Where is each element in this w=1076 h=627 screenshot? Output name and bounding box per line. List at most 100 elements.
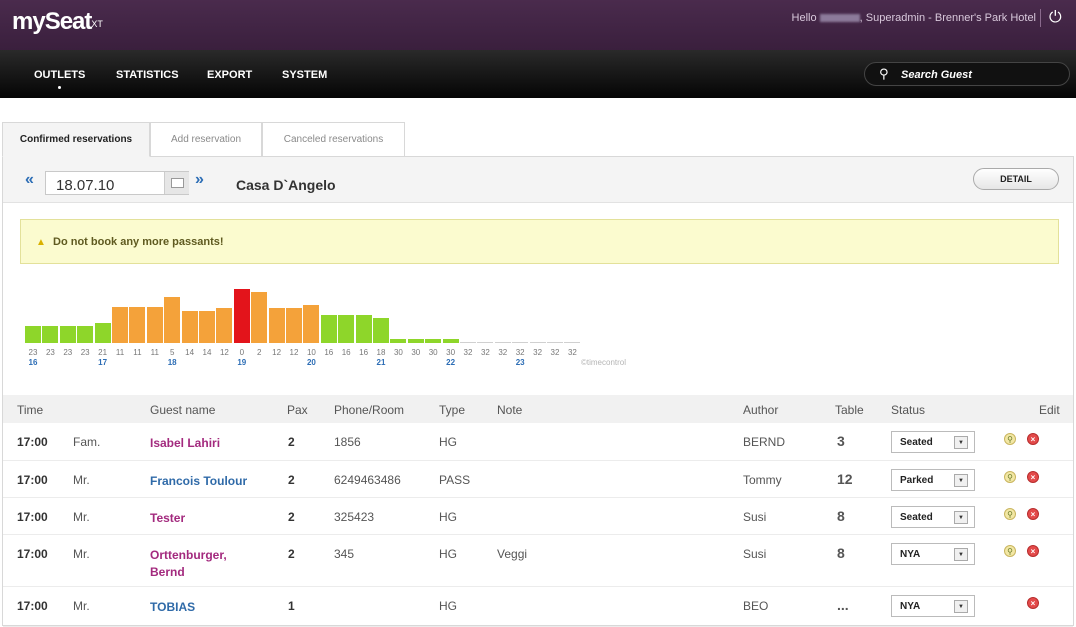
- chart-hour-label: 18: [167, 358, 177, 367]
- chart-tick-label: 30: [411, 348, 421, 357]
- delete-icon[interactable]: ×: [1027, 545, 1039, 557]
- col-pax[interactable]: Pax: [287, 403, 308, 417]
- table-row[interactable]: 17:00 Mr. Orttenburger, Bernd 2 345 HG Veggi Su…: [3, 535, 1073, 587]
- row-guest-name[interactable]: Tester: [150, 510, 260, 527]
- chevron-down-icon[interactable]: ▼: [954, 474, 968, 487]
- chart-tick-label: 32: [463, 348, 473, 357]
- chart-tick-label: 5: [169, 348, 175, 357]
- app-logo[interactable]: mySeatXT: [12, 8, 103, 36]
- next-day-button[interactable]: »: [195, 171, 204, 189]
- chart-tick-label: 23: [45, 348, 55, 357]
- chart-tick-label: 30: [446, 348, 456, 357]
- row-phone: 6249463486: [334, 473, 401, 487]
- chart-hour-label: 16: [28, 358, 38, 367]
- tab-confirmed-reservations[interactable]: Confirmed reservations: [2, 122, 150, 157]
- row-pax: 1: [288, 599, 295, 613]
- chart-bar: [233, 289, 250, 343]
- col-guest-name[interactable]: Guest name: [150, 403, 215, 417]
- chart-tick-label: 16: [359, 348, 369, 357]
- chart-tick-label: 32: [498, 348, 508, 357]
- col-time[interactable]: Time: [17, 403, 43, 417]
- chart-bar: [442, 339, 459, 343]
- row-type: HG: [439, 547, 457, 561]
- previous-day-button[interactable]: «: [25, 171, 34, 189]
- col-note[interactable]: Note: [497, 403, 522, 417]
- chart-tick-label: 23: [28, 348, 38, 357]
- status-select[interactable]: Parked ▼: [891, 469, 975, 491]
- tab-add-reservation[interactable]: Add reservation: [150, 122, 262, 157]
- row-phone: 345: [334, 547, 355, 561]
- row-note: Veggi: [497, 547, 528, 561]
- logo-suffix: XT: [91, 19, 103, 29]
- row-guest-name[interactable]: Orttenburger, Bernd: [150, 547, 240, 581]
- chevron-down-icon[interactable]: ▼: [954, 436, 968, 449]
- status-select[interactable]: Seated ▼: [891, 506, 975, 528]
- table-row[interactable]: 17:00 Mr. TOBIAS 1 HG BEO... NYA ▼ ×: [3, 587, 1073, 627]
- col-status[interactable]: Status: [891, 403, 925, 417]
- chart-bar: [286, 308, 302, 343]
- delete-icon[interactable]: ×: [1027, 471, 1039, 483]
- status-value: NYA: [900, 549, 921, 560]
- chart-tick-label: 14: [185, 348, 195, 357]
- delete-icon[interactable]: ×: [1027, 597, 1039, 609]
- view-details-icon[interactable]: ⚲: [1004, 471, 1016, 483]
- view-details-icon[interactable]: ⚲: [1004, 433, 1016, 445]
- calendar-button[interactable]: [164, 172, 189, 194]
- chart-tick-label: 12: [219, 348, 229, 357]
- status-select[interactable]: Seated ▼: [891, 431, 975, 453]
- col-type[interactable]: Type: [439, 403, 465, 417]
- row-author: BEO: [743, 599, 769, 613]
- chart-tick-label: 12: [289, 348, 299, 357]
- status-select[interactable]: NYA ▼: [891, 543, 975, 565]
- nav-outlets[interactable]: OUTLETS: [34, 69, 85, 81]
- chart-bar: [390, 339, 407, 343]
- chevron-down-icon[interactable]: ▼: [954, 600, 968, 613]
- date-field[interactable]: 18.07.10: [45, 171, 189, 195]
- chart-tick-label: 16: [341, 348, 351, 357]
- view-details-icon[interactable]: ⚲: [1004, 508, 1016, 520]
- date-value: 18.07.10: [56, 177, 115, 194]
- search-icon: ⚲: [879, 66, 889, 81]
- delete-icon[interactable]: ×: [1027, 508, 1039, 520]
- tab-canceled-reservations[interactable]: Canceled reservations: [262, 122, 405, 157]
- col-author[interactable]: Author: [743, 403, 778, 417]
- active-nav-indicator: [58, 86, 61, 89]
- chart-bar: [146, 306, 163, 343]
- chart-bar: [303, 305, 320, 343]
- delete-icon[interactable]: ×: [1027, 433, 1039, 445]
- col-phone-room[interactable]: Phone/Room: [334, 403, 404, 417]
- row-guest-name[interactable]: TOBIAS: [150, 599, 260, 616]
- table-row[interactable]: 17:00 Mr. Francois Toulour 2 6249463486 PASS T…: [3, 461, 1073, 498]
- chart-hour-label: 20: [306, 358, 316, 367]
- status-select[interactable]: NYA ▼: [891, 595, 975, 617]
- row-guest-name[interactable]: Isabel Lahiri: [150, 435, 260, 452]
- col-table[interactable]: Table: [835, 403, 864, 417]
- search-input[interactable]: [901, 67, 1061, 83]
- logout-power-icon[interactable]: ⏻: [1040, 9, 1066, 27]
- greeting-suffix: , Superadmin - Brenner's Park Hotel: [859, 12, 1036, 24]
- table-row[interactable]: 17:00 Mr. Tester 2 325423 HG Susi 8 Seated ▼ ⚲ ×: [3, 498, 1073, 535]
- row-type: HG: [439, 510, 457, 524]
- row-pax: 2: [288, 547, 295, 561]
- detail-button[interactable]: DETAIL: [973, 168, 1059, 190]
- table-row[interactable]: 17:00 Fam. Isabel Lahiri 2 1856 HG BERND 3 Seate…: [3, 423, 1073, 461]
- chart-bar: [460, 342, 476, 343]
- nav-export[interactable]: EXPORT: [207, 69, 252, 81]
- chevron-down-icon[interactable]: ▼: [954, 511, 968, 524]
- chart-tick-label: 12: [272, 348, 282, 357]
- row-guest-name[interactable]: Francois Toulour: [150, 473, 260, 490]
- nav-statistics[interactable]: STATISTICS: [116, 69, 179, 81]
- chart-bar: [112, 306, 128, 343]
- row-table-number: 3: [837, 433, 845, 449]
- search-box[interactable]: ⚲: [864, 62, 1070, 86]
- nav-system[interactable]: SYSTEM: [282, 69, 327, 81]
- view-details-icon[interactable]: ⚲: [1004, 545, 1016, 557]
- status-value: NYA: [900, 601, 921, 612]
- chevron-down-icon[interactable]: ▼: [954, 548, 968, 561]
- chart-bar: [94, 322, 111, 343]
- chart-bar: [42, 325, 59, 343]
- row-pax: 2: [288, 510, 295, 524]
- warning-message: Do not book any more passants!: [53, 236, 224, 248]
- chart-tick-label: 11: [150, 348, 159, 357]
- status-value: Seated: [900, 437, 933, 448]
